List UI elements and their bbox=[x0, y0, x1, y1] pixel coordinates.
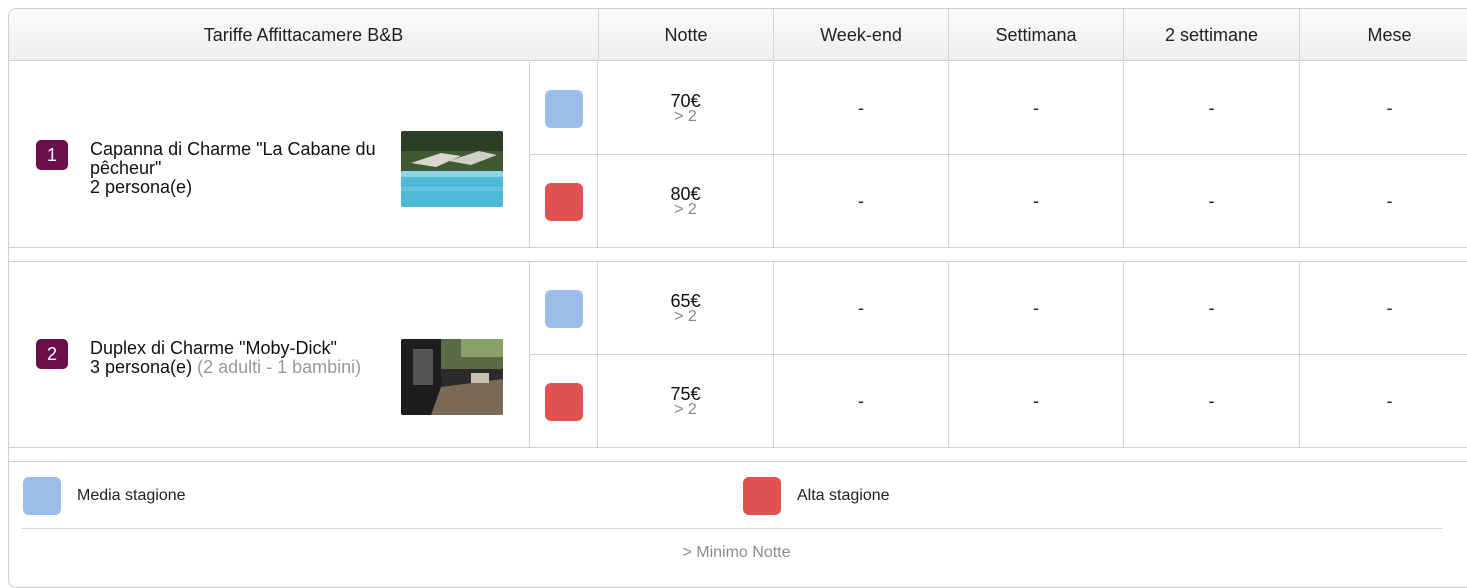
header-settimana: Settimana bbox=[948, 9, 1123, 61]
notte-cell: 65€ > 2 bbox=[597, 262, 773, 355]
weekend-cell: - bbox=[773, 355, 948, 448]
two-weeks-cell: - bbox=[1123, 62, 1299, 155]
alta-season-swatch bbox=[544, 182, 583, 221]
season-cell bbox=[529, 262, 597, 355]
rate-row: 70€ > 2 - - - - bbox=[529, 62, 1467, 155]
room-capacity: 3 persona(e) bbox=[90, 357, 193, 377]
min-nights: > 2 bbox=[674, 400, 697, 418]
price: 70€ bbox=[670, 90, 701, 111]
weekend-cell: - bbox=[773, 62, 948, 155]
notte-cell: 70€ > 2 bbox=[597, 62, 773, 155]
rate-row: 80€ > 2 - - - - bbox=[529, 155, 1467, 248]
notte-cell: 75€ > 2 bbox=[597, 355, 773, 448]
room-photo[interactable] bbox=[401, 131, 503, 207]
alta-season-swatch bbox=[743, 477, 781, 515]
min-nights: > 2 bbox=[674, 307, 697, 325]
legend-alta-label: Alta stagione bbox=[797, 487, 890, 504]
mese-cell: - bbox=[1299, 62, 1467, 155]
room-name: Duplex di Charme "Moby-Dick" bbox=[90, 338, 337, 358]
media-season-swatch bbox=[544, 89, 583, 128]
season-cell bbox=[529, 155, 597, 248]
notte-cell: 80€ > 2 bbox=[597, 155, 773, 248]
mese-cell: - bbox=[1299, 155, 1467, 248]
price: 80€ bbox=[670, 183, 701, 204]
settimana-cell: - bbox=[948, 155, 1123, 248]
legend: Media stagione Alta stagione > Minimo No… bbox=[9, 462, 1467, 582]
two-weeks-cell: - bbox=[1123, 155, 1299, 248]
legend-media: Media stagione bbox=[23, 477, 186, 515]
two-weeks-cell: - bbox=[1123, 355, 1299, 448]
settimana-cell: - bbox=[948, 62, 1123, 155]
media-season-swatch bbox=[23, 477, 61, 515]
legend-divider bbox=[21, 528, 1443, 529]
settimana-cell: - bbox=[948, 355, 1123, 448]
legend-note: > Minimo Notte bbox=[682, 544, 791, 561]
rate-row: 75€ > 2 - - - - bbox=[529, 355, 1467, 448]
rate-row: 65€ > 2 - - - - bbox=[529, 262, 1467, 355]
season-cell bbox=[529, 62, 597, 155]
room-info: 2 Duplex di Charme "Moby-Dick" 3 persona… bbox=[9, 262, 529, 448]
room-capacity: 2 persona(e) bbox=[90, 177, 193, 197]
alta-season-swatch bbox=[544, 382, 583, 421]
header-mese: Mese bbox=[1299, 9, 1467, 61]
room-description: Capanna di Charme "La Cabane du pêcheur"… bbox=[90, 140, 380, 197]
two-weeks-cell: - bbox=[1123, 262, 1299, 355]
room-guests-detail: (2 adulti - 1 bambini) bbox=[197, 357, 362, 377]
weekend-cell: - bbox=[773, 155, 948, 248]
legend-alta: Alta stagione bbox=[743, 477, 890, 515]
min-nights: > 2 bbox=[674, 107, 697, 125]
room-name: Capanna di Charme "La Cabane du pêcheur" bbox=[90, 139, 376, 178]
min-nights: > 2 bbox=[674, 200, 697, 218]
row-separator bbox=[9, 248, 1467, 262]
row-separator bbox=[9, 448, 1467, 462]
price: 75€ bbox=[670, 383, 701, 404]
header-2-settimane: 2 settimane bbox=[1123, 9, 1299, 61]
price: 65€ bbox=[670, 290, 701, 311]
room-photo[interactable] bbox=[401, 339, 503, 415]
room-info: 1 Capanna di Charme "La Cabane du pêcheu… bbox=[9, 62, 529, 248]
season-cell bbox=[529, 355, 597, 448]
header-weekend: Week-end bbox=[773, 9, 948, 61]
mese-cell: - bbox=[1299, 262, 1467, 355]
weekend-cell: - bbox=[773, 262, 948, 355]
rates-table: Tariffe Affittacamere B&B Notte Week-end… bbox=[8, 8, 1467, 588]
media-season-swatch bbox=[544, 289, 583, 328]
room-description: Duplex di Charme "Moby-Dick" 3 persona(e… bbox=[90, 339, 380, 377]
legend-media-label: Media stagione bbox=[77, 487, 186, 504]
header-notte: Notte bbox=[598, 9, 773, 61]
room-number-badge: 1 bbox=[36, 140, 68, 170]
mese-cell: - bbox=[1299, 355, 1467, 448]
table-header: Tariffe Affittacamere B&B Notte Week-end… bbox=[9, 9, 1467, 61]
room-number-badge: 2 bbox=[36, 339, 68, 369]
header-title: Tariffe Affittacamere B&B bbox=[203, 24, 404, 45]
settimana-cell: - bbox=[948, 262, 1123, 355]
room-row: 2 Duplex di Charme "Moby-Dick" 3 persona… bbox=[9, 262, 1467, 448]
room-row: 1 Capanna di Charme "La Cabane du pêcheu… bbox=[9, 62, 1467, 248]
